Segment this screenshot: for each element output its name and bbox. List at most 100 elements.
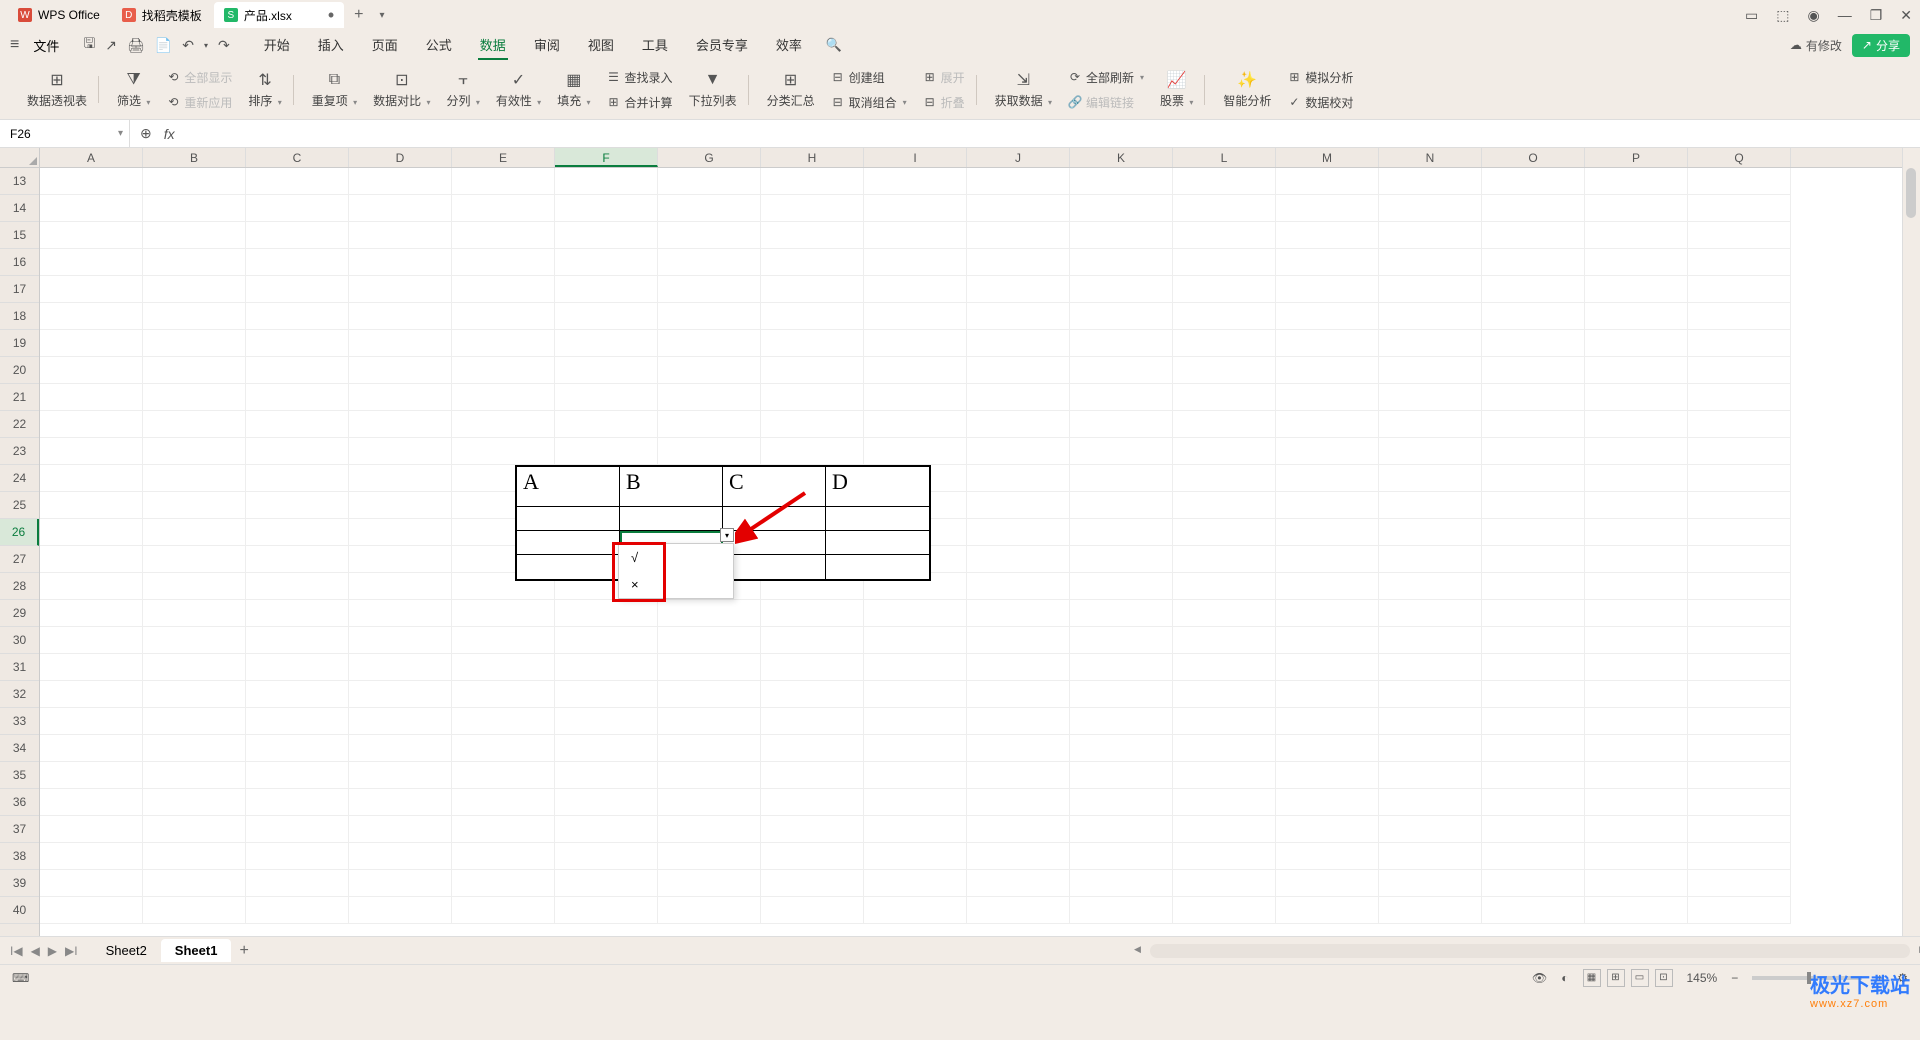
cell-P27[interactable]	[1585, 546, 1688, 573]
cell-Q17[interactable]	[1688, 276, 1791, 303]
cell-B28[interactable]	[143, 573, 246, 600]
cell-A24[interactable]	[40, 465, 143, 492]
table-cell[interactable]	[620, 507, 723, 531]
cell-N35[interactable]	[1379, 762, 1482, 789]
cell-Q27[interactable]	[1688, 546, 1791, 573]
cell-F21[interactable]	[555, 384, 658, 411]
cell-O30[interactable]	[1482, 627, 1585, 654]
cell-A29[interactable]	[40, 600, 143, 627]
cell-G17[interactable]	[658, 276, 761, 303]
cell-G22[interactable]	[658, 411, 761, 438]
tab-menu-dropdown[interactable]: ▾	[371, 10, 392, 21]
cell-C14[interactable]	[246, 195, 349, 222]
cell-D15[interactable]	[349, 222, 452, 249]
cell-H18[interactable]	[761, 303, 864, 330]
cell-D17[interactable]	[349, 276, 452, 303]
col-header-N[interactable]: N	[1379, 148, 1482, 167]
cell-P13[interactable]	[1585, 168, 1688, 195]
cell-L35[interactable]	[1173, 762, 1276, 789]
cell-K19[interactable]	[1070, 330, 1173, 357]
row-header-18[interactable]: 18	[0, 303, 39, 330]
cell-B14[interactable]	[143, 195, 246, 222]
table-cell[interactable]	[826, 555, 929, 579]
cell-G38[interactable]	[658, 843, 761, 870]
cell-G16[interactable]	[658, 249, 761, 276]
cell-C28[interactable]	[246, 573, 349, 600]
cell-P39[interactable]	[1585, 870, 1688, 897]
cell-E37[interactable]	[452, 816, 555, 843]
cell-P24[interactable]	[1585, 465, 1688, 492]
cell-J36[interactable]	[967, 789, 1070, 816]
name-box[interactable]: F26 ▾	[0, 120, 130, 147]
cell-G36[interactable]	[658, 789, 761, 816]
cell-B29[interactable]	[143, 600, 246, 627]
cell-K23[interactable]	[1070, 438, 1173, 465]
cell-C20[interactable]	[246, 357, 349, 384]
cell-J34[interactable]	[967, 735, 1070, 762]
cell-L26[interactable]	[1173, 519, 1276, 546]
cell-I18[interactable]	[864, 303, 967, 330]
row-header-16[interactable]: 16	[0, 249, 39, 276]
undo-dropdown[interactable]: ▾	[204, 41, 208, 50]
cell-B37[interactable]	[143, 816, 246, 843]
cell-E14[interactable]	[452, 195, 555, 222]
cell-B20[interactable]	[143, 357, 246, 384]
cell-J17[interactable]	[967, 276, 1070, 303]
cell-Q39[interactable]	[1688, 870, 1791, 897]
cell-C37[interactable]	[246, 816, 349, 843]
cell-M14[interactable]	[1276, 195, 1379, 222]
row-header-21[interactable]: 21	[0, 384, 39, 411]
cell-J20[interactable]	[967, 357, 1070, 384]
cell-B40[interactable]	[143, 897, 246, 924]
cell-E21[interactable]	[452, 384, 555, 411]
cell-A38[interactable]	[40, 843, 143, 870]
cell-O28[interactable]	[1482, 573, 1585, 600]
cell-J27[interactable]	[967, 546, 1070, 573]
cell-D22[interactable]	[349, 411, 452, 438]
cell-M25[interactable]	[1276, 492, 1379, 519]
cell-J37[interactable]	[967, 816, 1070, 843]
cell-C13[interactable]	[246, 168, 349, 195]
cell-O35[interactable]	[1482, 762, 1585, 789]
cell-Q19[interactable]	[1688, 330, 1791, 357]
cell-N19[interactable]	[1379, 330, 1482, 357]
col-header-G[interactable]: G	[658, 148, 761, 167]
col-header-O[interactable]: O	[1482, 148, 1585, 167]
cell-E29[interactable]	[452, 600, 555, 627]
cell-D23[interactable]	[349, 438, 452, 465]
ribbon-取消组合[interactable]: ⊟取消组合▾	[827, 92, 911, 113]
row-header-31[interactable]: 31	[0, 654, 39, 681]
cell-Q24[interactable]	[1688, 465, 1791, 492]
cell-H33[interactable]	[761, 708, 864, 735]
col-header-B[interactable]: B	[143, 148, 246, 167]
ribbon-模拟分析[interactable]: ⊞模拟分析	[1283, 67, 1357, 88]
cell-L34[interactable]	[1173, 735, 1276, 762]
cell-K34[interactable]	[1070, 735, 1173, 762]
cell-L30[interactable]	[1173, 627, 1276, 654]
cell-O26[interactable]	[1482, 519, 1585, 546]
cell-F16[interactable]	[555, 249, 658, 276]
cell-C21[interactable]	[246, 384, 349, 411]
cell-G20[interactable]	[658, 357, 761, 384]
cell-N17[interactable]	[1379, 276, 1482, 303]
cell-L37[interactable]	[1173, 816, 1276, 843]
fx-icon[interactable]: fx	[164, 126, 175, 142]
tab-review[interactable]: 审阅	[532, 31, 562, 60]
print-icon[interactable]: 🖨	[127, 37, 145, 54]
cell-H40[interactable]	[761, 897, 864, 924]
table-cell[interactable]	[826, 531, 929, 555]
input-mode-icon[interactable]: ⌨	[12, 971, 29, 985]
row-header-37[interactable]: 37	[0, 816, 39, 843]
cell-D28[interactable]	[349, 573, 452, 600]
cell-K39[interactable]	[1070, 870, 1173, 897]
cell-H35[interactable]	[761, 762, 864, 789]
cell-J15[interactable]	[967, 222, 1070, 249]
cell-B35[interactable]	[143, 762, 246, 789]
row-header-39[interactable]: 39	[0, 870, 39, 897]
horizontal-scrollbar[interactable]	[1150, 944, 1910, 958]
cell-O24[interactable]	[1482, 465, 1585, 492]
cell-D14[interactable]	[349, 195, 452, 222]
cell-M28[interactable]	[1276, 573, 1379, 600]
cell-Q13[interactable]	[1688, 168, 1791, 195]
cell-J29[interactable]	[967, 600, 1070, 627]
